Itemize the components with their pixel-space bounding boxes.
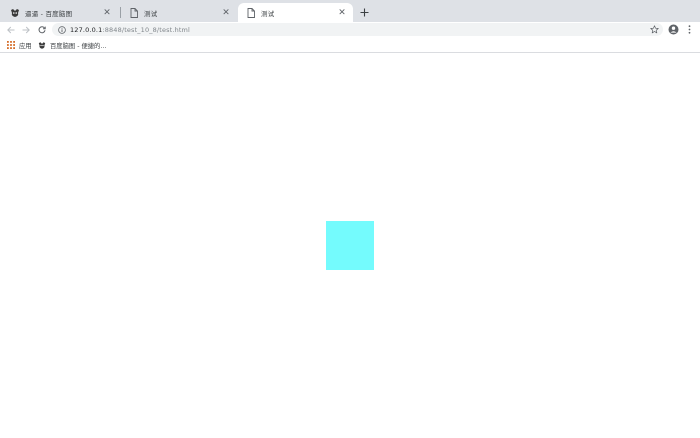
close-icon[interactable]: ✕: [102, 8, 112, 18]
browser-toolbar: 127.0.0.1:8848/test_10_8/test.html: [0, 22, 700, 37]
tab-test-2-active[interactable]: 测试 ✕: [238, 3, 353, 22]
tab-title: 逼逼 - 百度脑图: [25, 9, 73, 18]
address-bar[interactable]: 127.0.0.1:8848/test_10_8/test.html: [52, 23, 663, 36]
plus-icon: [360, 8, 368, 16]
forward-arrow-icon: [22, 26, 30, 33]
tab-title: 测试: [144, 9, 158, 18]
baidu-naotu-icon: [10, 8, 20, 18]
url-text: 127.0.0.1:8848/test_10_8/test.html: [70, 26, 190, 34]
url-path: :8848/test_10_8/test.html: [102, 25, 190, 34]
bookmark-label: 应用: [19, 42, 32, 50]
new-tab-button[interactable]: [357, 5, 371, 19]
reload-button[interactable]: [35, 23, 48, 36]
bookmark-apps[interactable]: 应用: [7, 40, 32, 50]
forward-button[interactable]: [19, 23, 32, 36]
url-host: 127.0.0.1: [70, 25, 103, 34]
page-viewport: [0, 54, 700, 438]
reload-icon: [38, 25, 46, 33]
more-menu-icon[interactable]: [685, 24, 693, 35]
page-icon: [129, 7, 139, 18]
tab-title: 测试: [261, 9, 275, 18]
tab-strip: 逼逼 - 百度脑图 ✕ 测试 ✕ 测试 ✕: [0, 0, 700, 22]
bookmarks-bar: 应用 百度脑图 - 便捷的...: [0, 37, 700, 53]
bookmark-baidu-naotu[interactable]: 百度脑图 - 便捷的...: [38, 40, 106, 50]
apps-grid-icon: [7, 41, 15, 49]
star-icon[interactable]: [650, 25, 659, 34]
tab-test-1[interactable]: 测试 ✕: [121, 3, 237, 22]
cyan-square: [326, 221, 374, 270]
page-icon: [246, 7, 256, 18]
bookmark-label: 百度脑图 - 便捷的...: [50, 42, 107, 50]
profile-avatar-icon[interactable]: [668, 24, 679, 35]
back-button[interactable]: [4, 23, 17, 36]
info-icon[interactable]: [58, 25, 66, 34]
baidu-naotu-icon: [38, 41, 46, 49]
back-arrow-icon: [6, 26, 14, 33]
tab-baidu-naotu[interactable]: 逼逼 - 百度脑图 ✕: [2, 3, 118, 22]
close-icon[interactable]: ✕: [337, 8, 347, 18]
close-icon[interactable]: ✕: [221, 8, 231, 18]
